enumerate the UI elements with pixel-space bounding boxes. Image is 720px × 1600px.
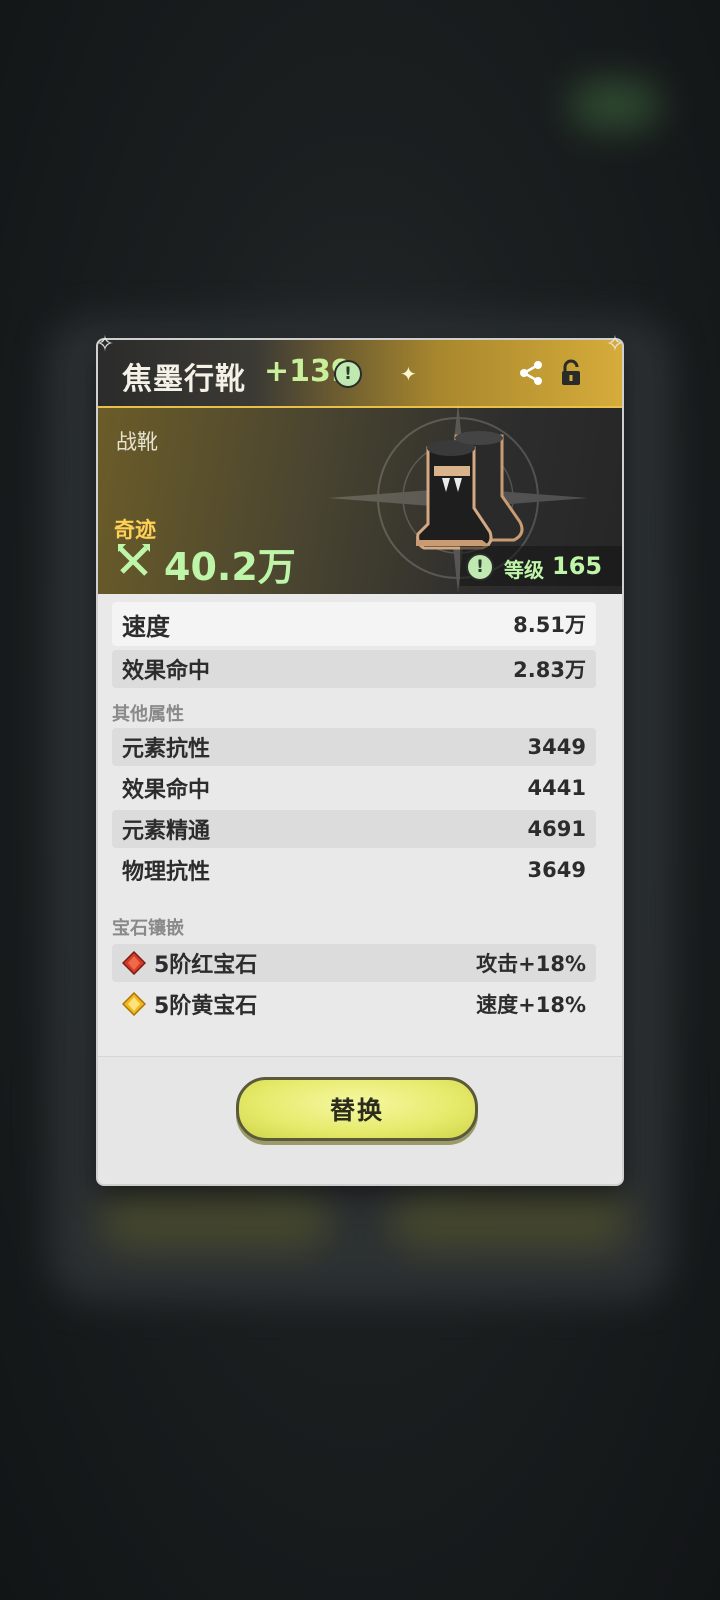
power-value: 40.2万 [164, 545, 296, 589]
gem-row[interactable]: 5阶红宝石 攻击+18% [112, 944, 596, 982]
corner-ornament-icon: ✧ [95, 332, 115, 357]
power-icon [118, 544, 150, 576]
level-box: ! 等级 165 [460, 546, 622, 586]
main-stat-label: 速度 [122, 612, 170, 641]
other-stat-row: 效果命中 4441 [112, 769, 596, 807]
other-stat-label: 物理抗性 [122, 860, 211, 885]
other-stat-value: 3649 [527, 858, 586, 882]
item-detail-dialog: 焦墨行靴 +139 ! ✦ 战靴 奇迹 40.2万 ! 等级 165 速度 8.… [98, 340, 622, 1184]
main-stat-label: 效果命中 [122, 659, 211, 684]
other-stat-value: 4441 [527, 776, 586, 800]
other-stat-row: 元素精通 4691 [112, 810, 596, 848]
main-stat-row: 效果命中 2.83万 [112, 650, 596, 688]
main-stat-value: 2.83万 [513, 658, 586, 682]
main-stat-value: 8.51万 [513, 613, 586, 637]
gem-info: 5阶红宝石 [122, 947, 257, 979]
other-stat-row: 物理抗性 3649 [112, 851, 596, 889]
level-value: 165 [552, 552, 603, 580]
corner-ornament-icon: ✧ [95, 1166, 115, 1191]
main-stat-row: 速度 8.51万 [112, 602, 596, 646]
item-name: 焦墨行靴 [122, 362, 246, 397]
level-info-icon[interactable]: ! [466, 553, 494, 581]
item-hero: 战靴 奇迹 40.2万 ! 等级 165 [98, 403, 622, 594]
other-stats-title: 其他属性 [112, 704, 184, 725]
other-stat-label: 效果命中 [122, 778, 211, 803]
gem-row[interactable]: 5阶黄宝石 速度+18% [112, 985, 596, 1023]
lock-icon[interactable] [556, 358, 586, 388]
sparkle-icon: ✦ [400, 362, 417, 386]
other-stat-value: 3449 [527, 735, 586, 759]
red-gem-icon [122, 951, 146, 975]
gems-title: 宝石镶嵌 [112, 918, 184, 939]
gem-name: 5阶黄宝石 [154, 994, 258, 1019]
other-stat-label: 元素抗性 [122, 737, 211, 762]
background-button-right [390, 1190, 630, 1250]
info-icon[interactable]: ! [334, 360, 362, 388]
other-stat-label: 元素精通 [122, 819, 211, 844]
background-badge [570, 80, 660, 130]
gem-info: 5阶黄宝石 [122, 988, 257, 1020]
gem-effect: 速度+18% [476, 993, 586, 1017]
level-label: 等级 [504, 558, 544, 582]
dialog-footer: 替换 [98, 1056, 622, 1184]
yellow-gem-icon [122, 992, 146, 1016]
corner-ornament-icon: ✧ [605, 332, 625, 357]
background-button-left [100, 1190, 330, 1250]
gem-name: 5阶红宝石 [154, 953, 258, 978]
other-stat-row: 元素抗性 3449 [112, 728, 596, 766]
share-icon[interactable] [516, 358, 546, 388]
gem-effect: 攻击+18% [476, 952, 586, 976]
other-stat-value: 4691 [527, 817, 586, 841]
item-type: 战靴 [116, 430, 158, 454]
replace-button[interactable]: 替换 [236, 1077, 478, 1141]
corner-ornament-icon: ✧ [605, 1166, 625, 1191]
